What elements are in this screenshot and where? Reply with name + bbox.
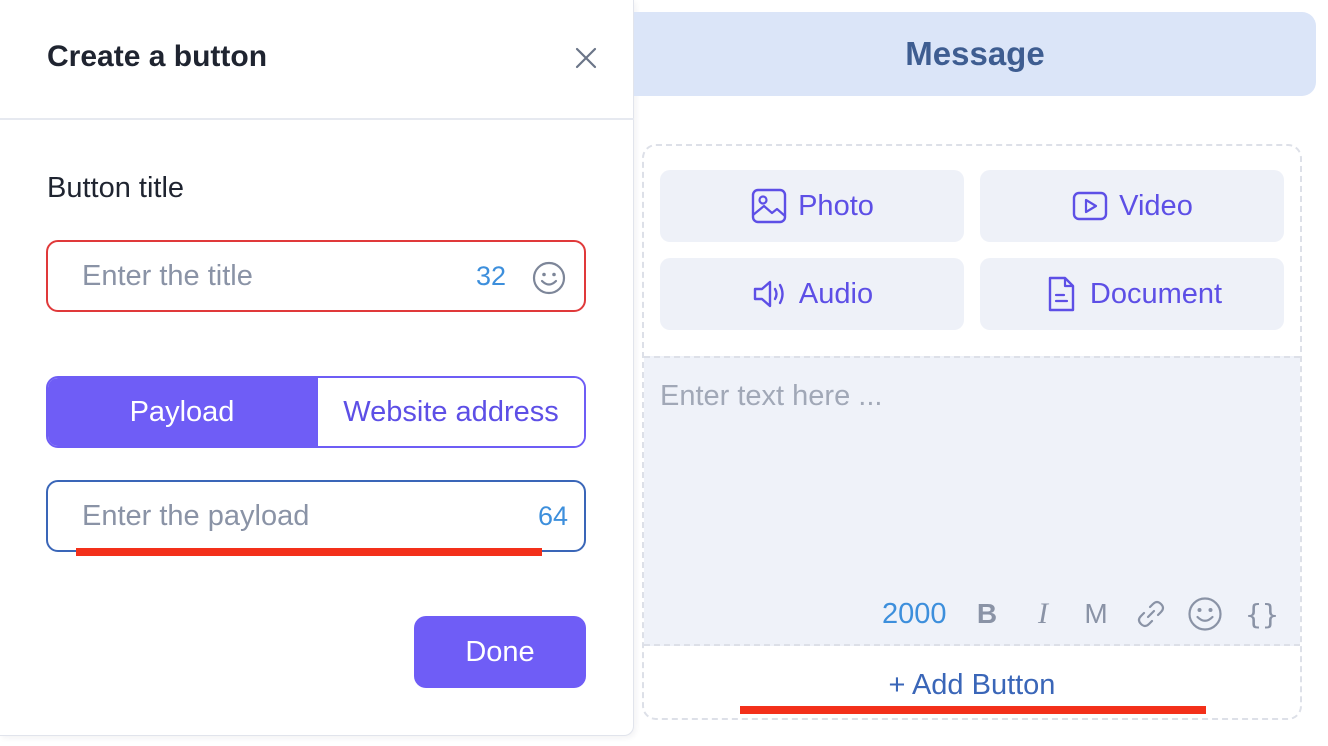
message-text-area[interactable]: Enter text here ... 2000 B I M {} — [644, 356, 1300, 646]
text-placeholder: Enter text here ... — [660, 380, 883, 412]
document-icon — [1048, 276, 1075, 312]
monospace-button[interactable]: M — [1082, 594, 1110, 634]
variable-button[interactable]: {} — [1245, 594, 1279, 634]
emoji-icon[interactable] — [532, 261, 566, 295]
panel-title: Create a button — [47, 40, 268, 73]
video-icon — [1072, 191, 1108, 221]
message-header: Message — [634, 12, 1316, 96]
button-type-toggle: Payload Website address — [46, 376, 586, 448]
payload-char-counter: 64 — [538, 500, 569, 531]
create-button-panel: Create a button Button title Enter the t… — [0, 0, 634, 736]
document-label: Document — [1089, 277, 1223, 310]
add-audio-button[interactable]: Audio — [660, 258, 964, 330]
title-char-counter: 32 — [476, 260, 507, 291]
button-title-label: Button title — [47, 172, 185, 204]
button-title-input[interactable]: Enter the title 32 — [46, 240, 586, 312]
add-document-button[interactable]: Document — [980, 258, 1284, 330]
link-icon[interactable] — [1134, 594, 1168, 634]
photo-label: Photo — [798, 189, 874, 222]
payload-input[interactable]: Enter the payload 64 — [46, 480, 586, 552]
add-video-button[interactable]: Video — [980, 170, 1284, 242]
video-label: Video — [1119, 189, 1193, 222]
annotation-underline — [76, 548, 542, 556]
add-photo-button[interactable]: Photo — [660, 170, 964, 242]
add-button-link[interactable]: + Add Button — [644, 660, 1300, 710]
done-button[interactable]: Done — [414, 616, 586, 688]
audio-label: Audio — [798, 277, 874, 310]
panel-header: Create a button — [0, 0, 634, 120]
close-icon[interactable] — [572, 44, 600, 72]
annotation-underline — [740, 706, 1206, 714]
payload-placeholder: Enter the payload — [82, 499, 310, 532]
toggle-payload[interactable]: Payload — [48, 378, 316, 446]
text-char-counter: 2000 — [882, 598, 947, 630]
bold-button[interactable]: B — [974, 594, 1000, 634]
italic-button[interactable]: I — [1030, 594, 1056, 634]
toggle-website-address[interactable]: Website address — [316, 378, 584, 446]
emoji-icon[interactable] — [1186, 594, 1224, 634]
title-placeholder: Enter the title — [82, 259, 253, 292]
audio-icon — [753, 280, 784, 308]
image-icon — [751, 188, 787, 224]
